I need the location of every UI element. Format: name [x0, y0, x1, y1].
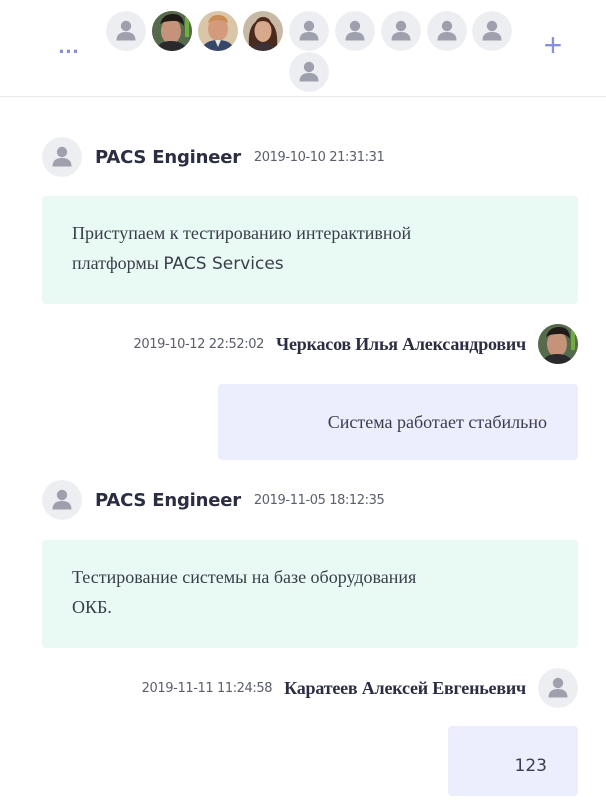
user-photo — [152, 11, 192, 51]
message-header: 2019-11-11 11:24:58 Каратеев Алексей Евг… — [142, 668, 578, 708]
participant-avatar[interactable] — [381, 11, 421, 51]
user-placeholder-icon — [427, 11, 467, 51]
user-placeholder-icon — [289, 52, 329, 92]
user-placeholder-icon — [335, 11, 375, 51]
incoming-message-bubble: Тестирование системы на базе оборудовани… — [42, 540, 578, 648]
sender-name: Черкасов Илья Александрович — [275, 333, 526, 354]
participant-avatar[interactable] — [335, 11, 375, 51]
user-placeholder-icon — [538, 668, 578, 708]
message-text: ОКБ. — [72, 597, 112, 617]
participant-avatar[interactable] — [289, 52, 329, 92]
user-photo — [198, 11, 238, 51]
participant-avatar[interactable] — [106, 11, 146, 51]
message-timestamp: 2019-10-12 22:52:02 — [133, 336, 265, 352]
user-placeholder-icon — [42, 137, 82, 177]
incoming-message-bubble: Приступаем к тестированию интерактивной … — [42, 196, 578, 304]
message-timestamp: 2019-11-11 11:24:58 — [141, 680, 273, 696]
user-placeholder-icon — [289, 11, 329, 51]
message-timestamp: 2019-11-05 18:12:35 — [253, 492, 385, 508]
message-header: 2019-10-12 22:52:02 Черкасов Илья Алекса… — [134, 324, 579, 364]
add-participant-button[interactable]: + — [537, 29, 569, 62]
user-photo — [243, 11, 283, 51]
outgoing-message-bubble: Система работает стабильно — [218, 384, 578, 460]
participants-header: … + — [0, 0, 606, 97]
participant-avatar[interactable] — [243, 11, 283, 51]
message-timestamp: 2019-10-10 21:31:31 — [253, 149, 385, 165]
outgoing-message-bubble: 123 — [448, 726, 578, 796]
user-photo — [538, 324, 578, 364]
user-placeholder-icon — [381, 11, 421, 51]
user-placeholder-icon — [472, 11, 512, 51]
sender-name: PACS Engineer — [95, 146, 241, 168]
more-options-button[interactable]: … — [54, 34, 82, 58]
participant-avatar[interactable] — [472, 11, 512, 51]
message-text: Тестирование системы на базе оборудовани… — [72, 567, 417, 587]
message-text: платформы PACS Services — [72, 253, 284, 274]
message-header: PACS Engineer 2019-10-10 21:31:31 — [42, 137, 385, 177]
message-header: PACS Engineer 2019-11-05 18:12:35 — [42, 480, 385, 520]
participant-avatar[interactable] — [152, 11, 192, 51]
participant-avatar[interactable] — [198, 11, 238, 51]
user-placeholder-icon — [42, 480, 82, 520]
message-text: Приступаем к тестированию интерактивной — [72, 223, 412, 243]
participant-avatar[interactable] — [289, 11, 329, 51]
sender-name: PACS Engineer — [95, 489, 241, 511]
message-text: 123 — [514, 756, 547, 776]
message-text: Система работает стабильно — [327, 412, 547, 432]
user-placeholder-icon — [106, 11, 146, 51]
participant-avatar[interactable] — [427, 11, 467, 51]
sender-name: Каратеев Алексей Евгеньевич — [284, 677, 526, 698]
